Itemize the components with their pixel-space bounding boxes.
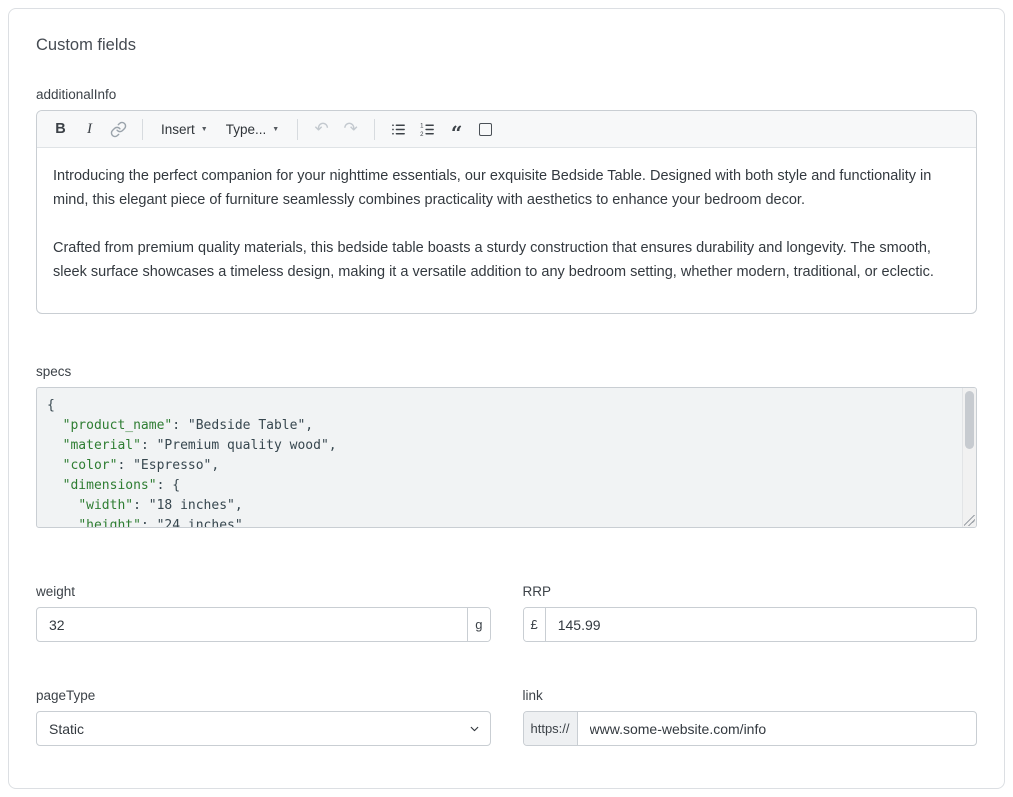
- weight-field: weight g: [36, 584, 491, 642]
- link-button[interactable]: [105, 116, 132, 143]
- link-field: link https://: [523, 688, 978, 746]
- code-prefix: [47, 498, 78, 513]
- code-key: "color": [63, 458, 118, 473]
- weight-unit-addon: g: [467, 608, 489, 641]
- page-title: Custom fields: [36, 36, 977, 55]
- type-dropdown[interactable]: Type... ▼: [218, 116, 287, 143]
- code-prefix: [47, 438, 63, 453]
- undo-button[interactable]: ↶: [308, 116, 335, 143]
- bullet-list-icon: [390, 121, 407, 138]
- svg-text:2: 2: [420, 131, 424, 137]
- additionalinfo-label: additionalInfo: [36, 87, 977, 102]
- ordered-list-button[interactable]: 12: [414, 116, 441, 143]
- code-rest: : "Bedside Table",: [172, 418, 313, 433]
- code-key: "product_name": [63, 418, 173, 433]
- redo-icon: ↷: [344, 119, 358, 139]
- protocol-addon: https://: [524, 712, 578, 745]
- italic-button[interactable]: I: [76, 116, 103, 143]
- code-key: "height": [78, 518, 141, 528]
- code-prefix: [47, 458, 63, 473]
- rte-content[interactable]: Introducing the perfect companion for yo…: [37, 148, 976, 313]
- blockquote-button[interactable]: “: [443, 116, 470, 143]
- rrp-label: RRP: [523, 584, 978, 599]
- code-line: "color": "Espresso",: [47, 456, 950, 476]
- pagetype-select[interactable]: Static: [36, 711, 491, 746]
- rrp-input[interactable]: [546, 608, 976, 641]
- code-key: "material": [63, 438, 141, 453]
- code-prefix: [47, 478, 63, 493]
- bold-button[interactable]: B: [47, 116, 74, 143]
- paragraph: Introducing the perfect companion for yo…: [53, 164, 960, 212]
- code-rest: : "Espresso",: [117, 458, 219, 473]
- square-icon: [479, 123, 492, 136]
- link-input-group: https://: [523, 711, 978, 746]
- code-key: "dimensions": [63, 478, 157, 493]
- undo-icon: ↶: [315, 119, 329, 139]
- code-prefix: [47, 518, 78, 528]
- specs-label: specs: [36, 364, 977, 379]
- bullet-list-button[interactable]: [385, 116, 412, 143]
- pagetype-label: pageType: [36, 688, 491, 703]
- code-line: "product_name": "Bedside Table",: [47, 416, 950, 436]
- link-icon: [110, 121, 127, 138]
- code-line: "material": "Premium quality wood",: [47, 436, 950, 456]
- custom-fields-panel: Custom fields additionalInfo B I Insert …: [8, 8, 1005, 789]
- weight-input-group: g: [36, 607, 491, 642]
- rrp-input-group: £: [523, 607, 978, 642]
- code-rest: {: [47, 398, 55, 413]
- code-line: "dimensions": {: [47, 476, 950, 496]
- rte-toolbar: B I Insert ▼ Type... ▼ ↶ ↷ 12: [37, 111, 976, 148]
- toolbar-divider: [142, 119, 143, 140]
- paragraph: Crafted from premium quality materials, …: [53, 236, 960, 284]
- code-rest: : "Premium quality wood",: [141, 438, 337, 453]
- code-rest: : {: [157, 478, 180, 493]
- link-label: link: [523, 688, 978, 703]
- svg-text:1: 1: [420, 123, 424, 129]
- redo-button[interactable]: ↷: [337, 116, 364, 143]
- weight-label: weight: [36, 584, 491, 599]
- additionalinfo-editor: B I Insert ▼ Type... ▼ ↶ ↷ 12: [36, 110, 977, 314]
- rrp-field: RRP £: [523, 584, 978, 642]
- ordered-list-icon: 12: [419, 121, 436, 138]
- code-key: "width": [78, 498, 133, 513]
- scrollbar-thumb[interactable]: [965, 391, 974, 449]
- pagetype-select-wrap: Static: [36, 711, 491, 746]
- code-line: "height": "24 inches",: [47, 516, 950, 528]
- chevron-down-icon: ▼: [272, 126, 279, 133]
- weight-input[interactable]: [37, 608, 467, 641]
- currency-addon: £: [524, 608, 546, 641]
- insert-dropdown-label: Insert: [161, 122, 195, 137]
- field-grid: weight g RRP £ pageType Static: [36, 584, 977, 746]
- code-rest: : "24 inches",: [141, 518, 251, 528]
- blockquote-icon: “: [451, 128, 463, 138]
- insert-dropdown[interactable]: Insert ▼: [153, 116, 216, 143]
- type-dropdown-label: Type...: [226, 122, 267, 137]
- scrollbar[interactable]: [962, 388, 976, 527]
- toolbar-divider: [297, 119, 298, 140]
- image-button[interactable]: [472, 116, 499, 143]
- pagetype-field: pageType Static: [36, 688, 491, 746]
- code-line: {: [47, 396, 950, 416]
- code-line: "width": "18 inches",: [47, 496, 950, 516]
- resize-grip-icon[interactable]: [964, 515, 975, 526]
- code-prefix: [47, 418, 63, 433]
- chevron-down-icon: ▼: [201, 126, 208, 133]
- toolbar-divider: [374, 119, 375, 140]
- specs-textarea[interactable]: { "product_name": "Bedside Table", "mate…: [36, 387, 977, 528]
- code-rest: : "18 inches",: [133, 498, 243, 513]
- link-input[interactable]: [578, 712, 976, 745]
